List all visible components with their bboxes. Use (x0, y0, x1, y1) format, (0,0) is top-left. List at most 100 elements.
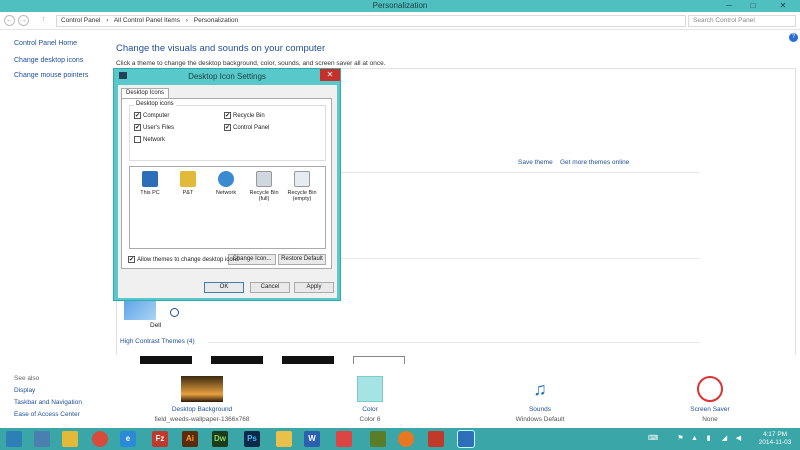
paint-icon[interactable] (276, 431, 292, 447)
app-icon[interactable] (370, 431, 386, 447)
network-globe-icon (218, 171, 234, 187)
screen-saver-value: None (702, 416, 718, 423)
desktop-background-item[interactable]: Desktop Background field_weeds-wallpaper… (152, 376, 252, 423)
users-files-checkbox[interactable]: ✔ User's Files (134, 124, 174, 131)
get-more-themes-link[interactable]: Get more themes online (560, 159, 629, 166)
divider (208, 342, 700, 343)
signal-icon[interactable]: ◢ (720, 434, 729, 443)
ease-of-access-link[interactable]: Ease of Access Center (14, 411, 82, 418)
control-panel-home-link[interactable]: Control Panel Home (14, 40, 88, 47)
help-icon[interactable]: ? (789, 33, 798, 42)
see-also-title: See also (14, 375, 40, 382)
high-contrast-theme-thumbnail[interactable] (140, 356, 192, 364)
page-title: Change the visuals and sounds on your co… (116, 43, 326, 54)
list-item[interactable]: This PC (132, 171, 168, 196)
sounds-value: Windows Default (515, 416, 565, 423)
list-item[interactable]: Recycle Bin (full) (246, 171, 282, 202)
cancel-button[interactable]: Cancel (250, 282, 290, 293)
save-theme-link[interactable]: Save theme (518, 159, 553, 166)
display-link[interactable]: Display (14, 387, 82, 394)
power-icon[interactable]: ▮ (704, 434, 713, 443)
desktop-background-title[interactable]: Desktop Background (152, 406, 252, 413)
recycle-bin-full-icon (256, 171, 272, 187)
dialog-title: Desktop Icon Settings (188, 72, 266, 81)
flag-icon[interactable]: ⚑ (676, 434, 685, 443)
recycle-bin-checkbox[interactable]: ✔ Recycle Bin (224, 112, 265, 119)
control-panel-checkbox[interactable]: ✔ Control Panel (224, 124, 269, 131)
file-explorer-icon[interactable] (62, 431, 78, 447)
screen-saver-icon (697, 376, 723, 402)
checkbox-checked: ✔ (134, 112, 141, 119)
word-icon[interactable]: W (304, 431, 320, 447)
screen-saver-item[interactable]: Screen Saver None (675, 376, 745, 423)
breadcrumb-personalization[interactable]: Personalization (194, 17, 238, 24)
computer-checkbox[interactable]: ✔ Computer (134, 112, 169, 119)
high-contrast-theme-thumbnail[interactable] (353, 356, 405, 364)
screen-saver-title[interactable]: Screen Saver (675, 406, 745, 413)
checkbox-unchecked (134, 136, 141, 143)
address-bar[interactable]: Control Panel › All Control Panel Items … (56, 15, 686, 27)
allow-themes-checkbox[interactable]: ✔ Allow themes to change desktop icons (128, 256, 239, 263)
apply-button[interactable]: Apply (294, 282, 334, 293)
minimize-button[interactable]: ─ (718, 0, 740, 12)
network-checkbox[interactable]: Network (134, 136, 165, 143)
personalization-icon[interactable] (457, 430, 475, 448)
desktop-icon[interactable] (34, 431, 50, 447)
high-contrast-theme-thumbnail[interactable] (282, 356, 334, 364)
list-item[interactable]: Network (208, 171, 244, 196)
icon-list: This PC P&T Network Recycle Bin (full) R… (129, 166, 326, 249)
forward-button[interactable]: → (18, 15, 29, 26)
change-desktop-icons-link[interactable]: Change desktop icons (14, 57, 88, 64)
dreamweaver-icon[interactable]: Dw (212, 431, 228, 447)
volume-icon[interactable]: ◀ (734, 434, 743, 443)
network-icon[interactable]: ▲ (690, 434, 699, 443)
color-title[interactable]: Color (340, 406, 400, 413)
media-icon[interactable] (336, 431, 352, 447)
icon-label: Recycle Bin (empty) (287, 190, 317, 202)
checkbox-label: Allow themes to change desktop icons (137, 256, 240, 263)
keyboard-icon[interactable]: ⌨ (648, 434, 658, 443)
high-contrast-theme-thumbnail[interactable] (211, 356, 263, 364)
photoshop-icon[interactable]: Ps (244, 431, 260, 447)
color-item[interactable]: Color Color 6 (340, 376, 400, 423)
icon-label: This PC (140, 190, 160, 196)
maximize-button[interactable]: □ (742, 0, 764, 12)
search-input[interactable]: Search Control Panel (688, 15, 796, 27)
ok-button[interactable]: OK (204, 282, 244, 293)
start-icon[interactable] (6, 431, 22, 447)
sounds-title[interactable]: Sounds (505, 406, 575, 413)
change-mouse-pointers-link[interactable]: Change mouse pointers (14, 72, 88, 79)
list-item[interactable]: Recycle Bin (empty) (284, 171, 320, 202)
sounds-item[interactable]: ♫ Sounds Windows Default (505, 376, 575, 423)
filezilla-icon[interactable]: Fz (152, 431, 168, 447)
dell-theme-thumbnail[interactable] (124, 300, 156, 320)
back-button[interactable]: ← (4, 15, 15, 26)
illustrator-icon[interactable]: Ai (182, 431, 198, 447)
icon-label: P&T (182, 190, 194, 196)
list-item[interactable]: P&T (170, 171, 206, 196)
dialog-close-button[interactable]: ✕ (320, 69, 340, 81)
color-swatch (357, 376, 383, 402)
desktop-background-thumbnail (181, 376, 223, 402)
taskbar: e Fz Ai Dw Ps W ⌨ ⚑ ▲ ▮ ◢ ◀ 4:17 PM 2014… (0, 428, 800, 450)
internet-explorer-icon[interactable]: e (120, 431, 136, 447)
close-button[interactable]: ✕ (766, 0, 800, 12)
tab-pane: Desktop icons ✔ Computer ✔ Recycle Bin ✔… (121, 98, 332, 269)
left-pane: Control Panel Home Change desktop icons … (14, 40, 88, 87)
divider (340, 258, 700, 259)
checkbox-label: Control Panel (233, 124, 270, 131)
filezilla-icon[interactable] (428, 431, 444, 447)
restore-default-button[interactable]: Restore Default (278, 254, 326, 265)
taskbar-navigation-link[interactable]: Taskbar and Navigation (14, 399, 82, 406)
media-player-icon[interactable] (398, 431, 414, 447)
high-contrast-heading: High Contrast Themes (4) (120, 338, 195, 345)
up-button[interactable]: ↑ (38, 15, 49, 26)
breadcrumb-control-panel[interactable]: Control Panel (61, 17, 100, 24)
breadcrumb-all-items[interactable]: All Control Panel Items (114, 17, 180, 24)
taskbar-clock[interactable]: 4:17 PM 2014-11-03 (752, 431, 798, 447)
chrome-icon[interactable] (92, 431, 108, 447)
desktop-background-value: field_weeds-wallpaper-1366x768 (154, 416, 250, 423)
icon-label: Recycle Bin (full) (249, 190, 279, 202)
page-subtitle: Click a theme to change the desktop back… (116, 60, 386, 67)
dell-theme-label[interactable]: Dell (150, 322, 161, 329)
